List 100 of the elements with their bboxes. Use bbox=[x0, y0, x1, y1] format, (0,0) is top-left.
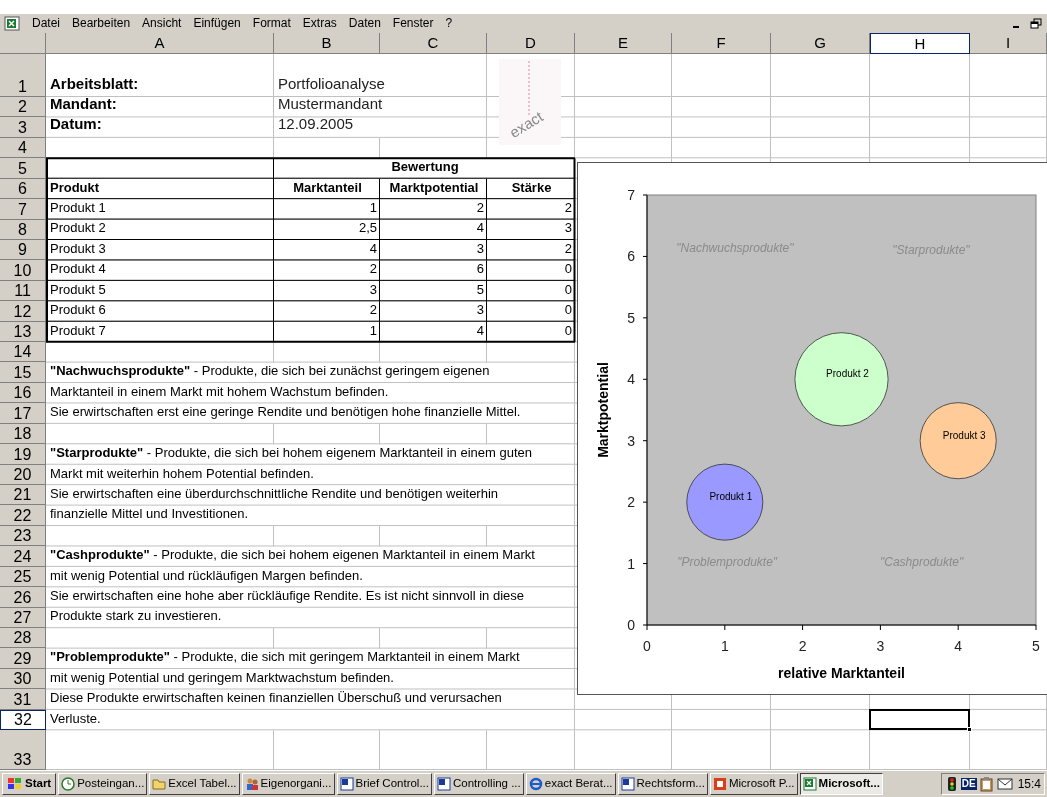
envelope-icon bbox=[996, 778, 1013, 790]
taskbar-button[interactable]: Brief Control... bbox=[336, 773, 432, 795]
column-heading: Marktanteil bbox=[292, 178, 363, 197]
spreadsheet-icon bbox=[802, 777, 817, 791]
product-name: Produkt 2 bbox=[49, 219, 107, 238]
column-heading: Produkt bbox=[49, 178, 101, 197]
column-header[interactable]: D bbox=[487, 33, 575, 54]
menu-item[interactable]: Format bbox=[246, 15, 297, 32]
clipboard-icon bbox=[978, 776, 995, 792]
tick-label: 1 bbox=[720, 638, 729, 654]
row-header[interactable]: 13 bbox=[0, 321, 46, 343]
number-cell-text: 2 bbox=[368, 301, 378, 320]
menu-item[interactable]: Fenster bbox=[386, 15, 440, 32]
menu-item[interactable]: Extras bbox=[296, 15, 343, 32]
row-header[interactable]: 30 bbox=[0, 668, 46, 690]
row-header[interactable]: 26 bbox=[0, 587, 46, 608]
cell-cursor[interactable] bbox=[869, 708, 970, 731]
row-header[interactable]: 11 bbox=[0, 280, 46, 302]
row-header[interactable]: 32 bbox=[0, 709, 46, 731]
row-header[interactable]: 6 bbox=[0, 178, 46, 200]
start-button[interactable]: Start bbox=[2, 773, 57, 795]
menu-item[interactable]: Einfügen bbox=[187, 15, 247, 32]
menu-item[interactable]: Ansicht bbox=[136, 15, 188, 32]
menu-item[interactable]: Bearbeiten bbox=[66, 15, 137, 32]
column-header[interactable]: H bbox=[870, 33, 970, 54]
row-header[interactable]: 31 bbox=[0, 689, 46, 710]
taskbar-button[interactable]: exact Berat... bbox=[525, 773, 616, 795]
row-header[interactable]: 18 bbox=[0, 423, 46, 445]
row-header[interactable]: 7 bbox=[0, 199, 46, 220]
taskbar-button[interactable]: Posteingan... bbox=[58, 773, 148, 795]
note-text: finanzielle Mittel und Investitionen. bbox=[49, 505, 249, 524]
row-header[interactable]: 25 bbox=[0, 566, 46, 588]
axis-title: relative Marktanteil bbox=[778, 665, 905, 681]
column-header[interactable]: F bbox=[672, 33, 771, 54]
taskbar-button[interactable]: Rechtsform... bbox=[617, 773, 708, 795]
number-cell-text: 0 bbox=[563, 280, 573, 299]
taskbar-button[interactable]: Controlling ... bbox=[434, 773, 524, 795]
number-cell-text: 6 bbox=[475, 260, 485, 279]
number-cell-text: 1 bbox=[368, 199, 378, 218]
column-header[interactable]: I bbox=[970, 33, 1047, 54]
note-text: mit wenig Potential und rückläufigen Margen befinden. bbox=[49, 566, 364, 585]
row-header[interactable]: 20 bbox=[0, 464, 46, 485]
column-heading: Marktpotential bbox=[388, 178, 480, 197]
number-cell-text: 2,5 bbox=[357, 219, 378, 238]
row-header[interactable]: 29 bbox=[0, 648, 46, 669]
row-header[interactable]: 16 bbox=[0, 382, 46, 404]
row-header[interactable]: 1 bbox=[0, 54, 46, 97]
row-header[interactable]: 24 bbox=[0, 546, 46, 567]
taskbar-button[interactable]: Microsoft... bbox=[799, 773, 883, 795]
row-header[interactable]: 9 bbox=[0, 239, 46, 261]
row-header[interactable]: 22 bbox=[0, 505, 46, 526]
number-cell-text: 2 bbox=[368, 260, 378, 279]
tick-label: 3 bbox=[876, 638, 885, 654]
tick-label: 7 bbox=[627, 187, 635, 203]
menu-item[interactable]: ? bbox=[439, 15, 459, 32]
row-header[interactable]: 33 bbox=[0, 730, 46, 770]
menu-item[interactable]: Datei bbox=[26, 15, 66, 32]
table-group-header: Bewertung bbox=[390, 158, 460, 177]
product-name: Produkt 7 bbox=[49, 321, 107, 340]
row-header[interactable]: 27 bbox=[0, 607, 46, 628]
row-header[interactable]: 21 bbox=[0, 485, 46, 506]
row-header[interactable]: 3 bbox=[0, 117, 46, 138]
row-header[interactable]: 12 bbox=[0, 301, 46, 322]
product-name: Produkt 3 bbox=[49, 239, 107, 258]
language-indicator[interactable]: DE bbox=[960, 778, 977, 790]
row-header[interactable]: 19 bbox=[0, 444, 46, 465]
menu-item[interactable]: Daten bbox=[342, 15, 387, 32]
tick-label: 2 bbox=[798, 638, 807, 654]
column-header[interactable]: G bbox=[771, 33, 870, 54]
taskbar-button[interactable]: Microsoft P... bbox=[709, 773, 798, 795]
row-header[interactable]: 17 bbox=[0, 403, 46, 424]
spreadsheet-icon[interactable] bbox=[4, 16, 20, 31]
restore-icon[interactable] bbox=[1030, 18, 1042, 28]
folder-icon bbox=[152, 777, 167, 791]
row-header[interactable]: 8 bbox=[0, 219, 46, 240]
field-label: Mandant: bbox=[49, 97, 118, 114]
row-header[interactable]: 5 bbox=[0, 158, 46, 179]
taskbar-button[interactable]: Eigenorgani... bbox=[241, 773, 335, 795]
number-cell-text: 5 bbox=[475, 280, 485, 299]
product-name: Produkt 1 bbox=[49, 199, 107, 218]
row-header[interactable]: 15 bbox=[0, 362, 46, 383]
row-header[interactable]: 10 bbox=[0, 260, 46, 281]
column-header[interactable]: C bbox=[380, 33, 487, 54]
column-header[interactable]: B bbox=[274, 33, 380, 54]
row-header[interactable]: 23 bbox=[0, 525, 46, 547]
row-header[interactable]: 2 bbox=[0, 97, 46, 118]
column-heading: Stärke bbox=[510, 178, 553, 197]
row-header[interactable]: 14 bbox=[0, 342, 46, 363]
column-header[interactable]: A bbox=[46, 33, 274, 54]
note-text: Markt mit weiterhin hohem Potential befinden. bbox=[49, 464, 315, 483]
minimize-icon[interactable] bbox=[1013, 25, 1019, 28]
taskbar-button[interactable]: Excel Tabel... bbox=[149, 773, 240, 795]
document-icon bbox=[437, 777, 451, 791]
row-header[interactable]: 28 bbox=[0, 627, 46, 649]
select-all-button[interactable] bbox=[0, 33, 46, 54]
row-header[interactable]: 4 bbox=[0, 137, 46, 159]
column-header[interactable]: E bbox=[575, 33, 672, 54]
tick-label: 4 bbox=[627, 371, 635, 388]
number-cell-text: 3 bbox=[368, 280, 378, 299]
tick-label: 0 bbox=[643, 638, 651, 654]
